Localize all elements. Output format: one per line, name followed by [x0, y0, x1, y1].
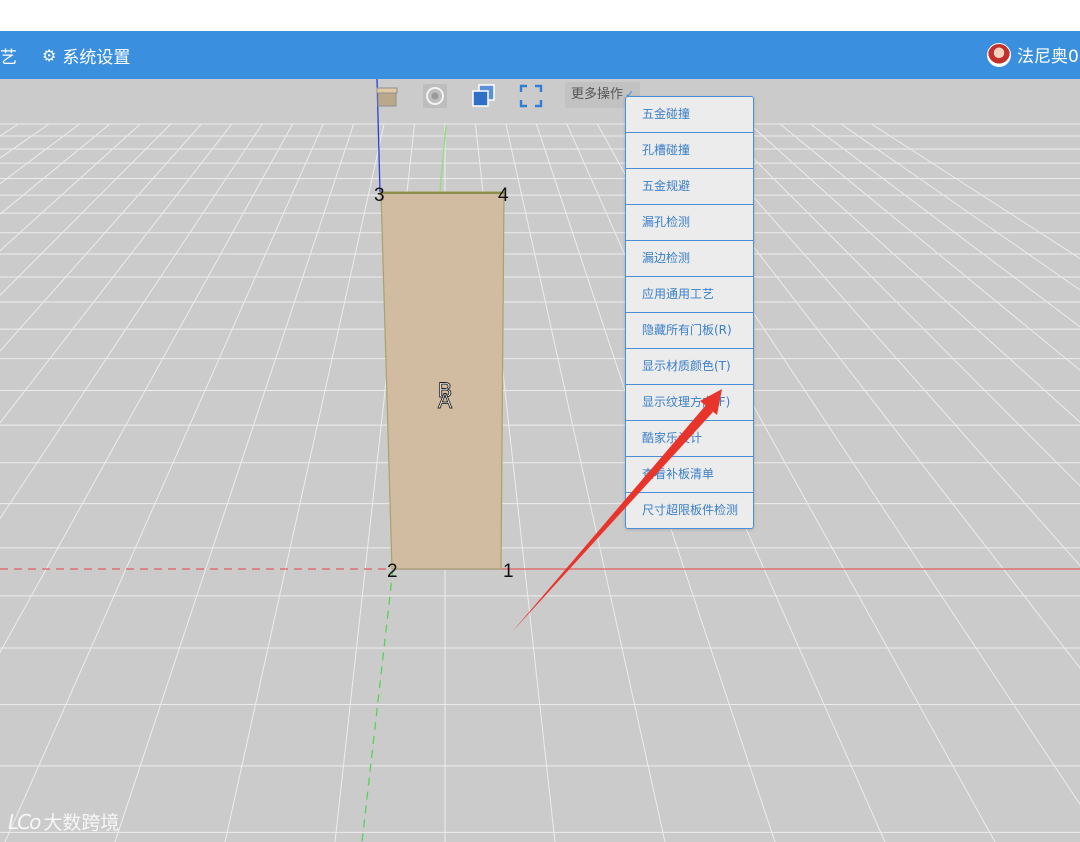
- menu-item-show-material-color[interactable]: 显示材质颜色(T): [626, 349, 753, 385]
- watermark-text: 大数跨境: [43, 812, 120, 834]
- grid-line-depth: [0, 123, 19, 137]
- grid-line-depth: [114, 123, 355, 842]
- watermark: LCo 大数跨境: [8, 808, 119, 835]
- face-label-a: A: [438, 390, 452, 413]
- box-icon[interactable]: [373, 82, 401, 110]
- grid-line-depth: [0, 123, 202, 352]
- menu-item-oversize-board-check[interactable]: 尺寸超限板件检测: [626, 493, 753, 528]
- grid-line-depth: [810, 123, 1080, 328]
- corner-label-2: 2: [387, 561, 398, 582]
- menu-item-missing-hole-check[interactable]: 漏孔检测: [626, 205, 753, 241]
- grid-line-depth: [0, 123, 80, 185]
- grid-line-depth: [224, 123, 385, 842]
- corner-label-3: 3: [374, 185, 385, 206]
- nav-item-system-settings-label: 系统设置: [62, 48, 131, 68]
- menu-item-view-patch-list[interactable]: 查看补板清单: [626, 457, 753, 493]
- 3d-scene-canvas[interactable]: 1 2 3 4 B A: [0, 79, 1080, 842]
- grid-line-depth: [0, 123, 172, 297]
- menu-item-hardware-collision[interactable]: 五金碰撞: [626, 97, 753, 133]
- corner-label-4: 4: [498, 185, 509, 206]
- fullscreen-icon[interactable]: [517, 82, 545, 110]
- avatar: [987, 42, 1011, 67]
- grid-line-depth: [0, 123, 263, 520]
- menu-item-kujiale-design[interactable]: 酷家乐设计: [626, 421, 753, 457]
- nav-item-system-settings[interactable]: ⚙ 系统设置: [42, 43, 130, 68]
- layers-icon[interactable]: [469, 82, 497, 110]
- 3d-viewport[interactable]: 1 2 3 4 B A 更多操作 ✓ 五金碰撞 孔槽碰撞 五金规避 漏孔检测 漏…: [0, 79, 1080, 842]
- menu-item-missing-edge-check[interactable]: 漏边检测: [626, 241, 753, 277]
- grid-line-depth: [718, 123, 1080, 487]
- floor-grid: [0, 123, 1080, 842]
- more-operations-label: 更多操作: [571, 87, 624, 102]
- corner-label-1: 1: [503, 561, 514, 582]
- watermark-logo: LCo: [8, 809, 41, 834]
- menu-item-apply-common-process[interactable]: 应用通用工艺: [626, 277, 753, 313]
- grid-line-depth: [749, 123, 1080, 423]
- menu-item-show-grain-direction[interactable]: 显示纹理方向(F): [626, 385, 753, 421]
- grid-line-depth: [840, 123, 1080, 291]
- menu-item-hide-all-doors[interactable]: 隐藏所有门板(R): [626, 313, 753, 349]
- gear-icon: ⚙: [42, 45, 57, 65]
- menu-item-hole-slot-collision[interactable]: 孔槽碰撞: [626, 133, 753, 169]
- grid-line-depth: [4, 123, 324, 842]
- nav-item-craft[interactable]: 艺: [0, 43, 17, 68]
- y-axis-negative: [361, 568, 394, 842]
- grid-line-depth: [871, 123, 1080, 260]
- target-icon[interactable]: [421, 82, 449, 110]
- menu-item-hardware-avoidance[interactable]: 五金规避: [626, 169, 753, 205]
- grid-line-depth: [0, 123, 233, 424]
- grid-line-depth: [779, 123, 1080, 371]
- more-operations-menu: 五金碰撞 孔槽碰撞 五金规避 漏孔检测 漏边检测 应用通用工艺 隐藏所有门板(R…: [625, 96, 754, 529]
- user-menu[interactable]: 法尼奥0: [987, 42, 1079, 67]
- top-navigation-bar: 艺 ⚙ 系统设置 法尼奥0: [0, 31, 1080, 79]
- grid-line-depth: [0, 123, 141, 252]
- user-name: 法尼奥0: [1017, 47, 1079, 67]
- grid-line-depth: [0, 123, 50, 159]
